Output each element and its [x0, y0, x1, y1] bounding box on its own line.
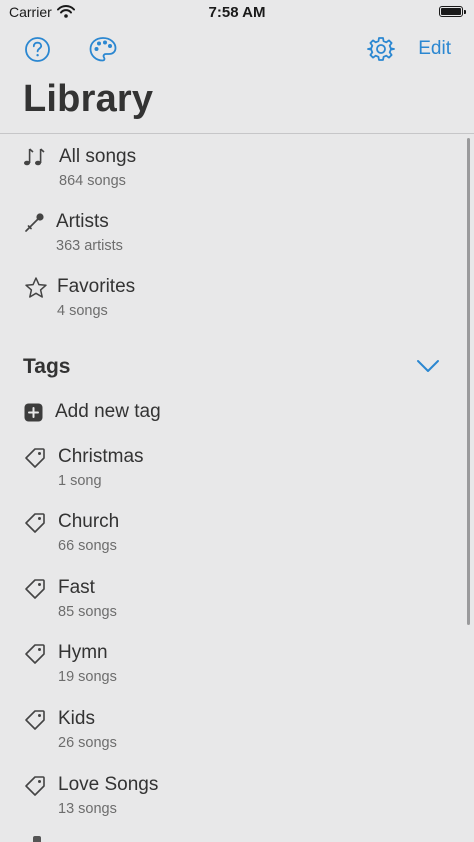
tags-section-header: Tags — [23, 355, 71, 378]
tag-count: 85 songs — [58, 604, 117, 620]
question-circle-icon — [25, 37, 50, 62]
theme-button[interactable] — [88, 36, 118, 68]
chevron-down-icon — [417, 360, 439, 372]
settings-button[interactable] — [367, 35, 395, 68]
collapse-tags-button[interactable] — [416, 358, 440, 379]
battery-icon — [439, 6, 463, 17]
star-icon — [24, 276, 48, 300]
tag-label: Fast — [58, 577, 95, 598]
tag-count: 1 song — [58, 473, 102, 489]
tag-item[interactable]: Love Songs 13 songs — [0, 774, 460, 834]
library-item-label: All songs — [59, 146, 137, 167]
tag-item[interactable]: Christmas 1 song — [0, 446, 460, 506]
clock: 7:58 AM — [208, 4, 266, 21]
tag-icon — [23, 774, 47, 798]
tag-item[interactable]: Kids 26 songs — [0, 708, 460, 768]
tag-icon — [23, 708, 47, 732]
tag-count: 19 songs — [58, 669, 117, 685]
tag-label: Hymn — [58, 642, 108, 663]
tag-item[interactable]: Hymn 19 songs — [0, 642, 460, 702]
palette-icon — [89, 37, 117, 62]
add-tag-label: Add new tag — [55, 401, 161, 422]
library-item-count: 4 songs — [57, 303, 108, 319]
tag-count: 26 songs — [58, 735, 117, 751]
divider — [0, 133, 474, 134]
tag-icon — [23, 642, 47, 666]
tag-icon — [33, 836, 41, 842]
library-item-label: Artists — [56, 211, 109, 232]
tag-item[interactable]: Fast 85 songs — [0, 577, 460, 637]
tag-label: Love Songs — [58, 774, 159, 795]
library-item-artists[interactable]: Artists 363 artists — [0, 211, 460, 271]
edit-button[interactable]: Edit — [418, 38, 451, 60]
plus-square-icon — [24, 403, 48, 427]
tag-count: 66 songs — [58, 538, 117, 554]
tag-label: Kids — [58, 708, 95, 729]
tag-icon — [23, 446, 47, 470]
add-tag-button[interactable]: Add new tag — [0, 401, 460, 427]
tag-icon — [23, 577, 47, 601]
music-notes-icon — [23, 146, 47, 170]
library-item-all-songs[interactable]: All songs 864 songs — [0, 146, 460, 206]
library-item-count: 363 artists — [56, 238, 123, 254]
gear-icon — [367, 37, 395, 61]
tag-item[interactable]: Church 66 songs — [0, 511, 460, 571]
page-title: Library — [23, 78, 154, 120]
library-item-favorites[interactable]: Favorites 4 songs — [0, 276, 460, 336]
battery-tip — [464, 10, 466, 14]
microphone-icon — [23, 211, 47, 235]
scrollbar[interactable] — [467, 138, 470, 625]
library-item-label: Favorites — [57, 276, 136, 297]
tag-icon — [23, 511, 47, 535]
help-button[interactable] — [24, 36, 51, 68]
tag-label: Church — [58, 511, 120, 532]
tag-label: Christmas — [58, 446, 144, 467]
tag-count: 13 songs — [58, 801, 117, 817]
library-item-count: 864 songs — [59, 173, 126, 189]
status-bar: Carrier 7:58 AM — [0, 0, 474, 26]
